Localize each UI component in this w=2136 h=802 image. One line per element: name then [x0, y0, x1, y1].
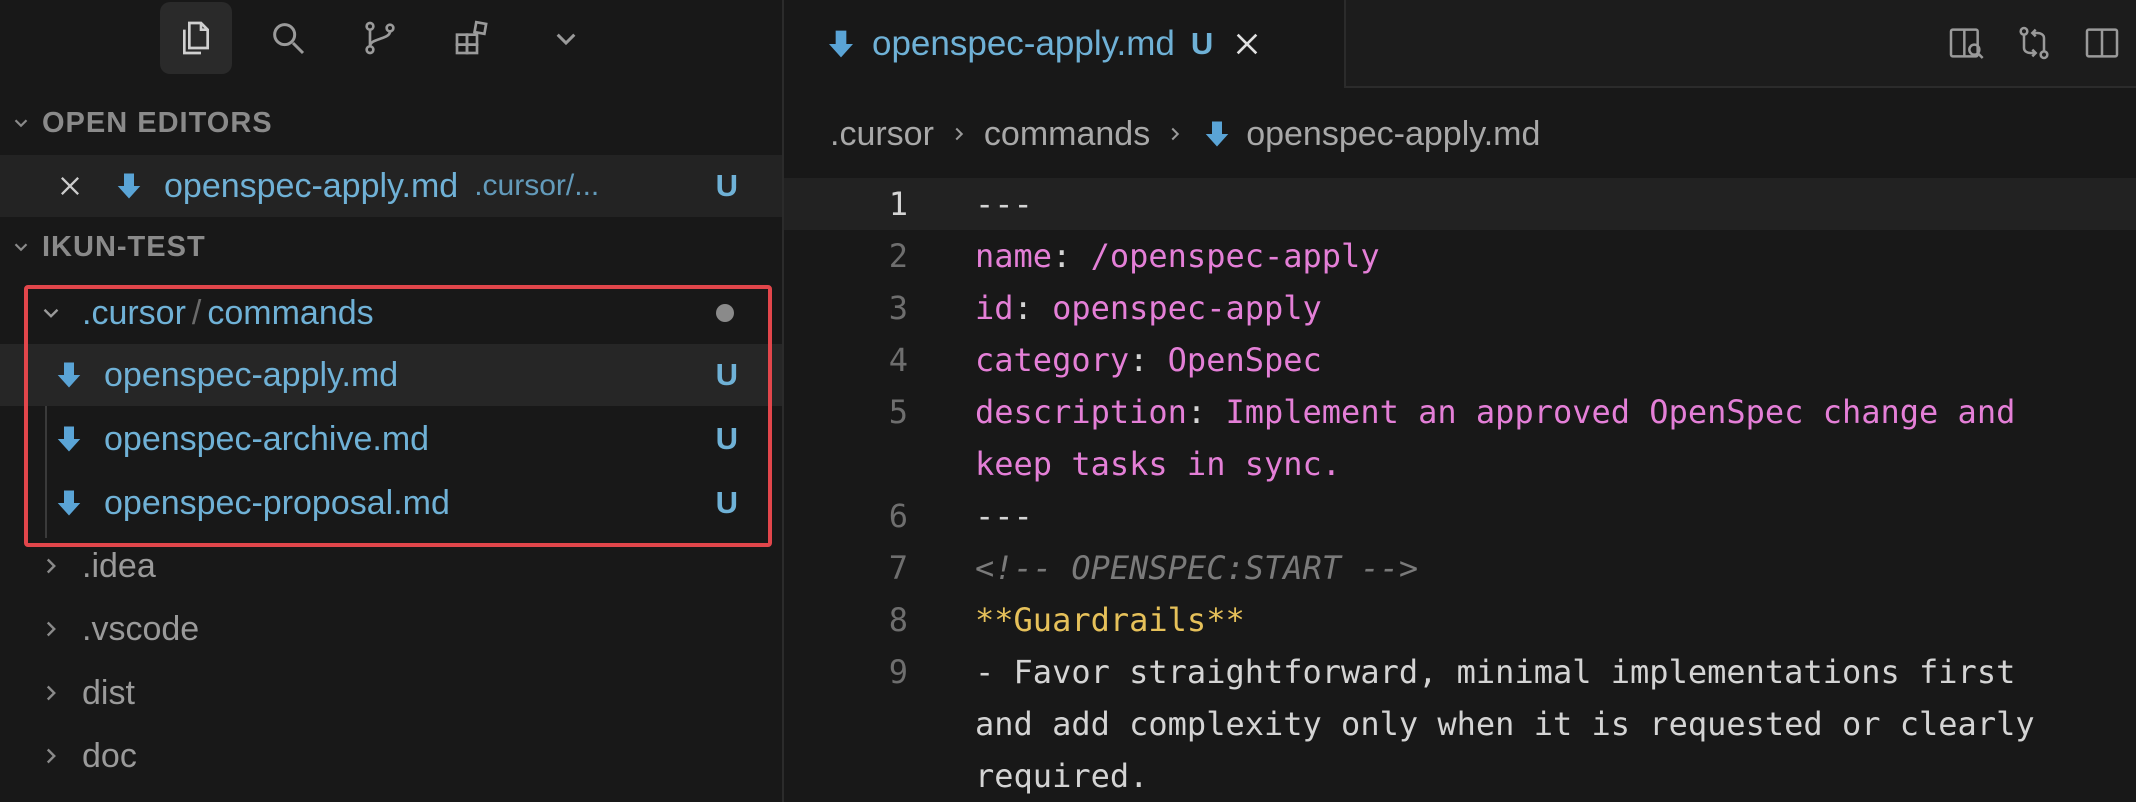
open-editor-file-name: openspec-apply.md — [164, 166, 459, 205]
line-text: <!-- OPENSPEC:START --> — [975, 549, 1419, 587]
code-line: 3 id: openspec-apply — [784, 282, 2136, 334]
colon: : — [1186, 393, 1207, 431]
line-text: --- — [975, 185, 1033, 223]
breadcrumb-item[interactable]: openspec-apply.md — [1246, 115, 1540, 154]
line-number: 1 — [888, 185, 908, 223]
chevron-right-icon — [38, 553, 66, 579]
colon: : — [1013, 289, 1033, 327]
close-icon[interactable] — [56, 172, 98, 200]
yaml-key: id — [975, 289, 1014, 327]
line-text: category: OpenSpec — [975, 334, 1322, 386]
code-line: 7 <!-- OPENSPEC:START --> — [784, 542, 2136, 594]
yaml-key: name — [975, 237, 1053, 275]
folder-name: .idea — [82, 546, 156, 585]
line-number — [784, 750, 908, 802]
code-line: 6 --- — [784, 490, 2136, 542]
activity-bar — [0, 0, 782, 78]
git-status-badge: U — [715, 168, 738, 203]
split-editor-icon[interactable] — [2068, 9, 2136, 77]
folder-name: dist — [82, 673, 135, 712]
tab-openspec-apply[interactable]: openspec-apply.md U — [784, 0, 1346, 88]
chevron-right-icon — [38, 680, 66, 706]
markdown-download-icon — [824, 27, 858, 61]
compare-changes-icon[interactable] — [2000, 9, 2068, 77]
chevron-down-icon — [0, 236, 42, 258]
line-number: 4 — [888, 341, 908, 379]
code-line: 4 category: OpenSpec — [784, 334, 2136, 386]
editor-actions — [1932, 0, 2136, 86]
code-line: 1 --- — [784, 178, 2136, 230]
editor-area: openspec-apply.md U .cursor commands ope… — [784, 0, 2136, 802]
yaml-key: description — [975, 393, 1187, 431]
code-line-wrap: keep tasks in sync. — [784, 438, 2136, 490]
code-line-wrap: and add complexity only when it is reque… — [784, 698, 2136, 750]
line-text: --- — [975, 497, 1033, 535]
folder-row-dist[interactable]: dist — [0, 662, 782, 724]
git-status-badge: U — [1190, 26, 1214, 61]
line-text: id: openspec-apply — [975, 282, 1322, 334]
chevron-down-icon — [0, 112, 42, 134]
yaml-value: Implement an approved OpenSpec change an… — [1225, 393, 2016, 431]
chevron-right-icon — [38, 616, 66, 642]
chevron-right-icon — [38, 743, 66, 769]
search-icon[interactable] — [252, 2, 324, 74]
open-editor-file-path: .cursor/... — [474, 169, 600, 202]
code-line: 8 **Guardrails** — [784, 594, 2136, 646]
folder-name: doc — [82, 736, 137, 775]
line-number: 8 — [888, 601, 908, 639]
yaml-value: OpenSpec — [1167, 341, 1322, 379]
chevron-right-icon — [948, 123, 970, 145]
markdown-download-icon — [1200, 117, 1234, 151]
folder-row-vscode[interactable]: .vscode — [0, 598, 782, 660]
explorer-sidebar: OPEN EDITORS openspec-apply.md .cursor/.… — [0, 0, 784, 802]
folder-row-doc[interactable]: doc — [0, 725, 782, 787]
line-text: name: /openspec-apply — [975, 230, 1380, 282]
line-text: required. — [975, 757, 1149, 795]
folder-row-idea[interactable]: .idea — [0, 535, 782, 597]
line-number: 2 — [888, 237, 908, 275]
line-number: 7 — [888, 549, 908, 587]
source-control-icon[interactable] — [344, 2, 416, 74]
workspace-title: IKUN-TEST — [42, 230, 206, 263]
breadcrumb: .cursor commands openspec-apply.md — [830, 106, 1540, 162]
line-text: description: Implement an approved OpenS… — [975, 386, 2015, 438]
extensions-icon[interactable] — [436, 2, 508, 74]
chevron-down-icon[interactable] — [530, 2, 602, 74]
yaml-key: category — [975, 341, 1130, 379]
chevron-right-icon — [1164, 123, 1186, 145]
tab-bar: openspec-apply.md U — [784, 0, 2136, 88]
yaml-value: openspec-apply — [1052, 289, 1322, 327]
line-number: 3 — [888, 289, 908, 327]
open-editor-item[interactable]: openspec-apply.md .cursor/... U — [0, 155, 782, 217]
code-editor[interactable]: 1 --- 2 name: /openspec-apply 3 id: open… — [784, 178, 2136, 802]
line-number: 9 — [888, 653, 908, 691]
open-preview-icon[interactable] — [1932, 9, 2000, 77]
tab-label: openspec-apply.md — [872, 24, 1175, 63]
close-icon[interactable] — [1231, 28, 1263, 60]
line-number: 6 — [888, 497, 908, 535]
colon: : — [1129, 341, 1149, 379]
workspace-header[interactable]: IKUN-TEST — [0, 219, 782, 275]
folder-name: .vscode — [82, 609, 200, 648]
yaml-value: /openspec-apply — [1090, 237, 1380, 275]
code-line: 2 name: /openspec-apply — [784, 230, 2136, 282]
open-editors-title: OPEN EDITORS — [42, 106, 273, 139]
explorer-icon[interactable] — [160, 2, 232, 74]
code-line: 5 description: Implement an approved Ope… — [784, 386, 2136, 438]
line-text: - Favor straightforward, minimal impleme… — [975, 653, 2016, 691]
line-number: 5 — [888, 393, 908, 431]
line-number — [784, 438, 908, 490]
breadcrumb-item[interactable]: commands — [984, 115, 1150, 154]
code-line: 9 - Favor straightforward, minimal imple… — [784, 646, 2136, 698]
line-text: **Guardrails** — [975, 601, 1245, 639]
markdown-download-icon — [112, 169, 146, 203]
code-line-wrap: required. — [784, 750, 2136, 802]
breadcrumb-item[interactable]: .cursor — [830, 115, 934, 154]
line-text: and add complexity only when it is reque… — [975, 705, 2035, 743]
colon: : — [1052, 237, 1072, 275]
line-text: keep tasks in sync. — [975, 445, 1342, 483]
line-number — [784, 698, 908, 750]
highlight-annotation-box — [24, 285, 772, 547]
open-editors-header[interactable]: OPEN EDITORS — [0, 95, 782, 151]
